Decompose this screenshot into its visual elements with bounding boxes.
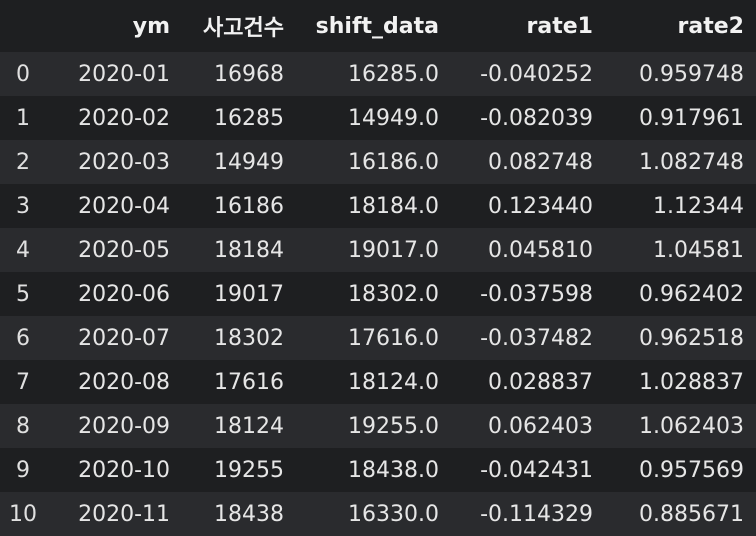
table-row: 2 2020-03 14949 16186.0 0.082748 1.082748: [0, 140, 756, 184]
cell-accident-count: 17616: [182, 360, 296, 404]
row-index: 6: [0, 316, 46, 360]
cell-rate2: 1.082748: [605, 140, 756, 184]
cell-rate2: 1.028837: [605, 360, 756, 404]
header-row: ym 사고건수 shift_data rate1 rate2: [0, 0, 756, 52]
cell-ym: 2020-03: [46, 140, 182, 184]
cell-accident-count: 18184: [182, 228, 296, 272]
cell-shift-data: 14949.0: [296, 96, 451, 140]
cell-shift-data: 17616.0: [296, 316, 451, 360]
row-index: 9: [0, 448, 46, 492]
cell-ym: 2020-01: [46, 52, 182, 96]
table-body: 0 2020-01 16968 16285.0 -0.040252 0.959748 1 20…: [0, 52, 756, 536]
cell-accident-count: 18124: [182, 404, 296, 448]
table-row: 5 2020-06 19017 18302.0 -0.037598 0.962402: [0, 272, 756, 316]
table-row: 4 2020-05 18184 19017.0 0.045810 1.04581: [0, 228, 756, 272]
cell-rate1: 0.082748: [451, 140, 605, 184]
cell-accident-count: 16285: [182, 96, 296, 140]
cell-rate2: 0.962518: [605, 316, 756, 360]
row-index: 8: [0, 404, 46, 448]
cell-shift-data: 16330.0: [296, 492, 451, 536]
table-row: 1 2020-02 16285 14949.0 -0.082039 0.917961: [0, 96, 756, 140]
cell-ym: 2020-02: [46, 96, 182, 140]
table-row: 3 2020-04 16186 18184.0 0.123440 1.12344: [0, 184, 756, 228]
row-index: 5: [0, 272, 46, 316]
cell-ym: 2020-11: [46, 492, 182, 536]
cell-accident-count: 18438: [182, 492, 296, 536]
cell-rate1: -0.040252: [451, 52, 605, 96]
column-header-shift-data: shift_data: [296, 0, 451, 52]
cell-accident-count: 16186: [182, 184, 296, 228]
cell-shift-data: 18184.0: [296, 184, 451, 228]
table-row: 6 2020-07 18302 17616.0 -0.037482 0.962518: [0, 316, 756, 360]
cell-shift-data: 18302.0: [296, 272, 451, 316]
table-header: ym 사고건수 shift_data rate1 rate2: [0, 0, 756, 52]
cell-rate1: -0.042431: [451, 448, 605, 492]
cell-accident-count: 16968: [182, 52, 296, 96]
cell-rate2: 1.062403: [605, 404, 756, 448]
row-index: 3: [0, 184, 46, 228]
column-header-accident-count: 사고건수: [182, 0, 296, 52]
cell-rate1: 0.028837: [451, 360, 605, 404]
table-row: 8 2020-09 18124 19255.0 0.062403 1.062403: [0, 404, 756, 448]
cell-ym: 2020-04: [46, 184, 182, 228]
cell-rate1: -0.082039: [451, 96, 605, 140]
cell-rate1: 0.062403: [451, 404, 605, 448]
cell-shift-data: 19017.0: [296, 228, 451, 272]
cell-rate2: 1.12344: [605, 184, 756, 228]
cell-accident-count: 19255: [182, 448, 296, 492]
row-index: 4: [0, 228, 46, 272]
cell-shift-data: 18124.0: [296, 360, 451, 404]
cell-accident-count: 18302: [182, 316, 296, 360]
cell-rate1: 0.123440: [451, 184, 605, 228]
cell-shift-data: 19255.0: [296, 404, 451, 448]
row-index: 1: [0, 96, 46, 140]
cell-rate1: -0.037482: [451, 316, 605, 360]
index-header: [0, 0, 46, 52]
cell-ym: 2020-07: [46, 316, 182, 360]
cell-rate2: 0.962402: [605, 272, 756, 316]
cell-rate1: 0.045810: [451, 228, 605, 272]
cell-ym: 2020-10: [46, 448, 182, 492]
cell-ym: 2020-09: [46, 404, 182, 448]
cell-rate2: 0.959748: [605, 52, 756, 96]
cell-rate2: 0.957569: [605, 448, 756, 492]
cell-rate2: 0.885671: [605, 492, 756, 536]
cell-shift-data: 16285.0: [296, 52, 451, 96]
cell-accident-count: 19017: [182, 272, 296, 316]
cell-ym: 2020-08: [46, 360, 182, 404]
table-row: 7 2020-08 17616 18124.0 0.028837 1.028837: [0, 360, 756, 404]
dataframe-table: ym 사고건수 shift_data rate1 rate2 0 2020-01 1…: [0, 0, 756, 536]
cell-rate2: 1.04581: [605, 228, 756, 272]
table-row: 0 2020-01 16968 16285.0 -0.040252 0.959748: [0, 52, 756, 96]
cell-rate1: -0.037598: [451, 272, 605, 316]
column-header-ym: ym: [46, 0, 182, 52]
cell-ym: 2020-06: [46, 272, 182, 316]
cell-accident-count: 14949: [182, 140, 296, 184]
cell-ym: 2020-05: [46, 228, 182, 272]
cell-shift-data: 18438.0: [296, 448, 451, 492]
column-header-rate1: rate1: [451, 0, 605, 52]
table-row: 10 2020-11 18438 16330.0 -0.114329 0.885671: [0, 492, 756, 536]
row-index: 2: [0, 140, 46, 184]
table-row: 9 2020-10 19255 18438.0 -0.042431 0.957569: [0, 448, 756, 492]
row-index: 10: [0, 492, 46, 536]
row-index: 7: [0, 360, 46, 404]
cell-shift-data: 16186.0: [296, 140, 451, 184]
cell-rate2: 0.917961: [605, 96, 756, 140]
row-index: 0: [0, 52, 46, 96]
column-header-rate2: rate2: [605, 0, 756, 52]
cell-rate1: -0.114329: [451, 492, 605, 536]
